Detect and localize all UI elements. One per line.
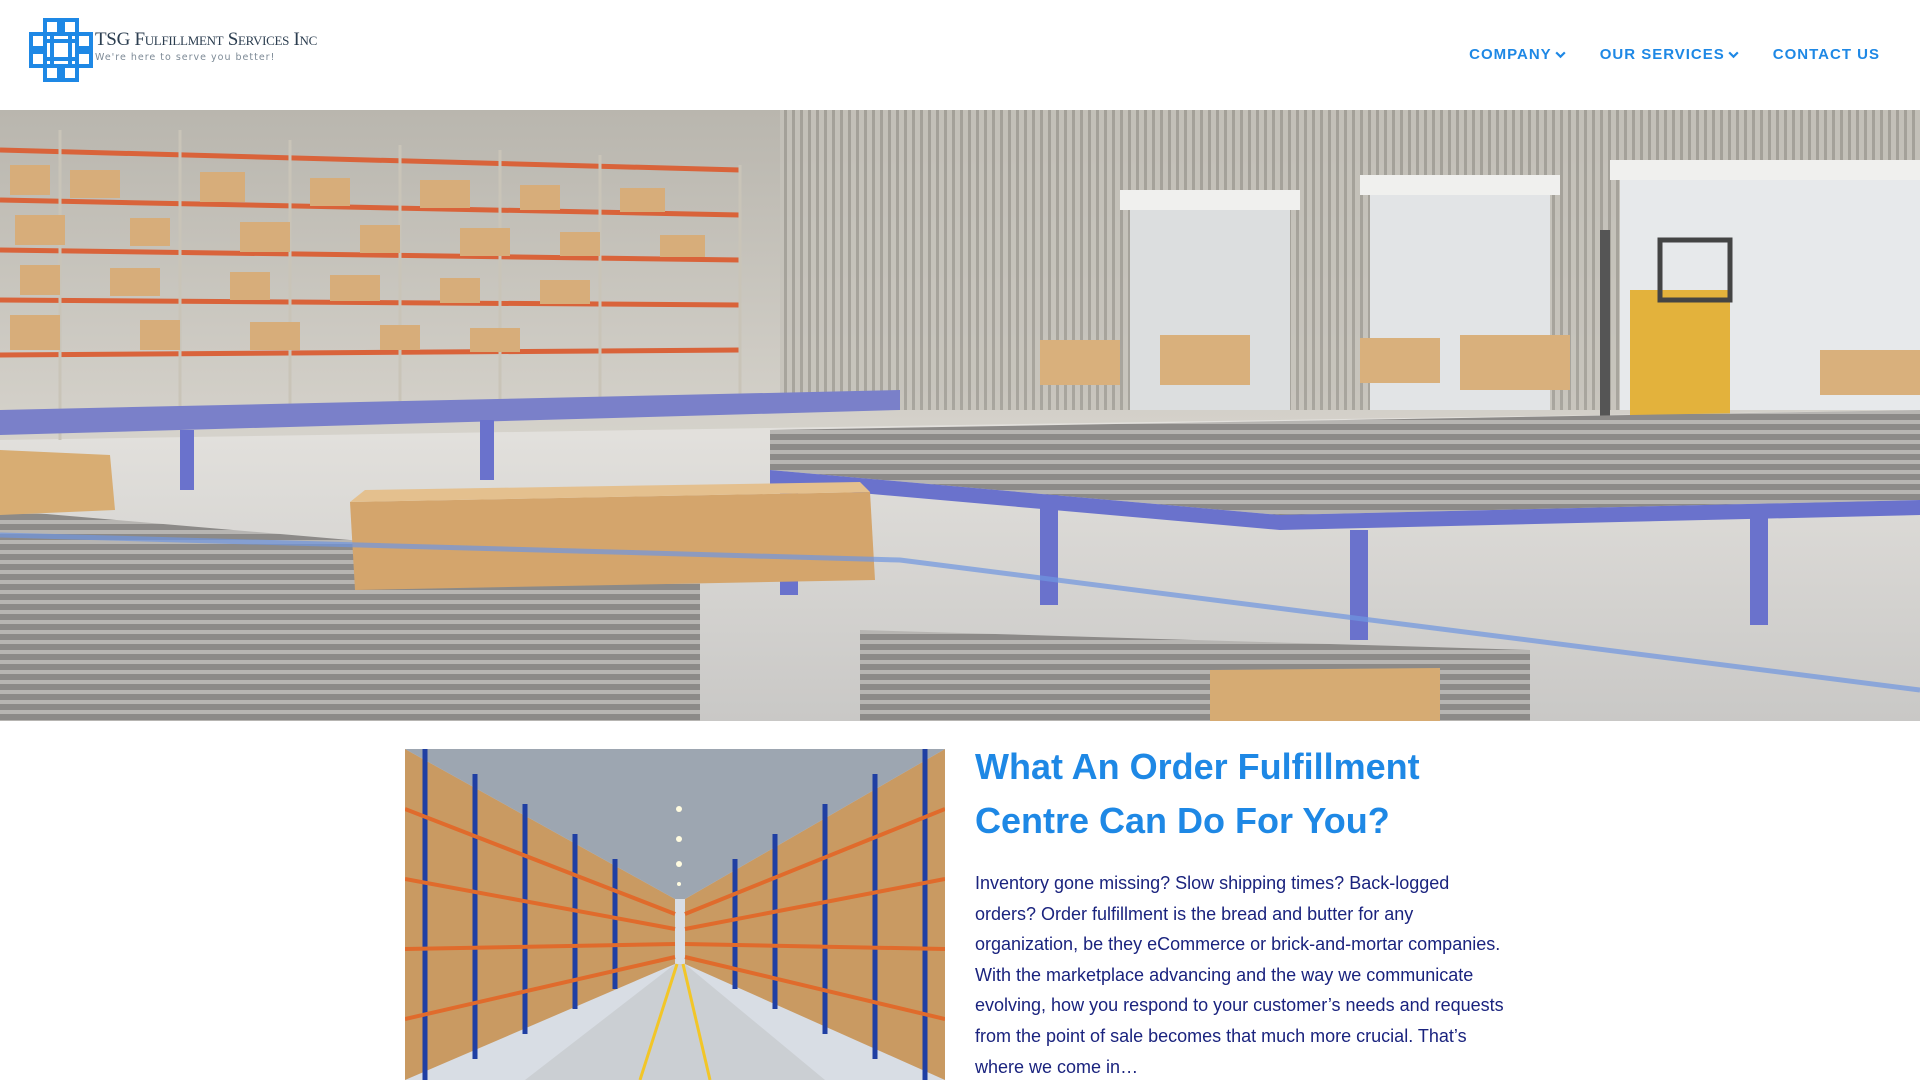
article-title[interactable]: What An Order Fulfillment Centre Can Do …: [975, 740, 1515, 848]
nav-contact-us[interactable]: CONTACT US: [1773, 46, 1880, 63]
article-card: What An Order Fulfillment Centre Can Do …: [975, 740, 1515, 1082]
article-thumbnail-warehouse-aisle[interactable]: [405, 749, 945, 1080]
logo-name-prefix: TSG: [95, 29, 135, 50]
article-excerpt: Inventory gone missing? Slow shipping ti…: [975, 873, 1504, 1077]
logo-name-rest: Fulfillment Services Inc: [134, 29, 318, 50]
nav-our-services-label: OUR SERVICES: [1599, 46, 1725, 63]
chevron-down-icon: [1555, 51, 1566, 59]
nav-company-label: COMPANY: [1469, 46, 1552, 63]
main-nav: COMPANY OUR SERVICES CONTACT US: [1469, 46, 1880, 63]
logo-knot-icon: [29, 18, 93, 82]
nav-company[interactable]: COMPANY: [1469, 46, 1567, 63]
hero-illustration: [0, 110, 1920, 721]
nav-contact-us-label: CONTACT US: [1772, 46, 1880, 63]
aisle-illustration: [405, 749, 945, 1080]
site-header: TSG Fulfillment Services Inc We're here …: [0, 0, 1920, 110]
chevron-down-icon: [1728, 51, 1739, 59]
logo-tagline: We're here to serve you better!: [95, 52, 276, 63]
nav-our-services[interactable]: OUR SERVICES: [1600, 46, 1740, 63]
logo-text: TSG Fulfillment Services Inc We're here …: [95, 30, 317, 64]
logo-name: TSG Fulfillment Services Inc: [95, 30, 317, 50]
hero-warehouse-image: [0, 110, 1920, 721]
site-logo[interactable]: TSG Fulfillment Services Inc We're here …: [29, 18, 317, 82]
